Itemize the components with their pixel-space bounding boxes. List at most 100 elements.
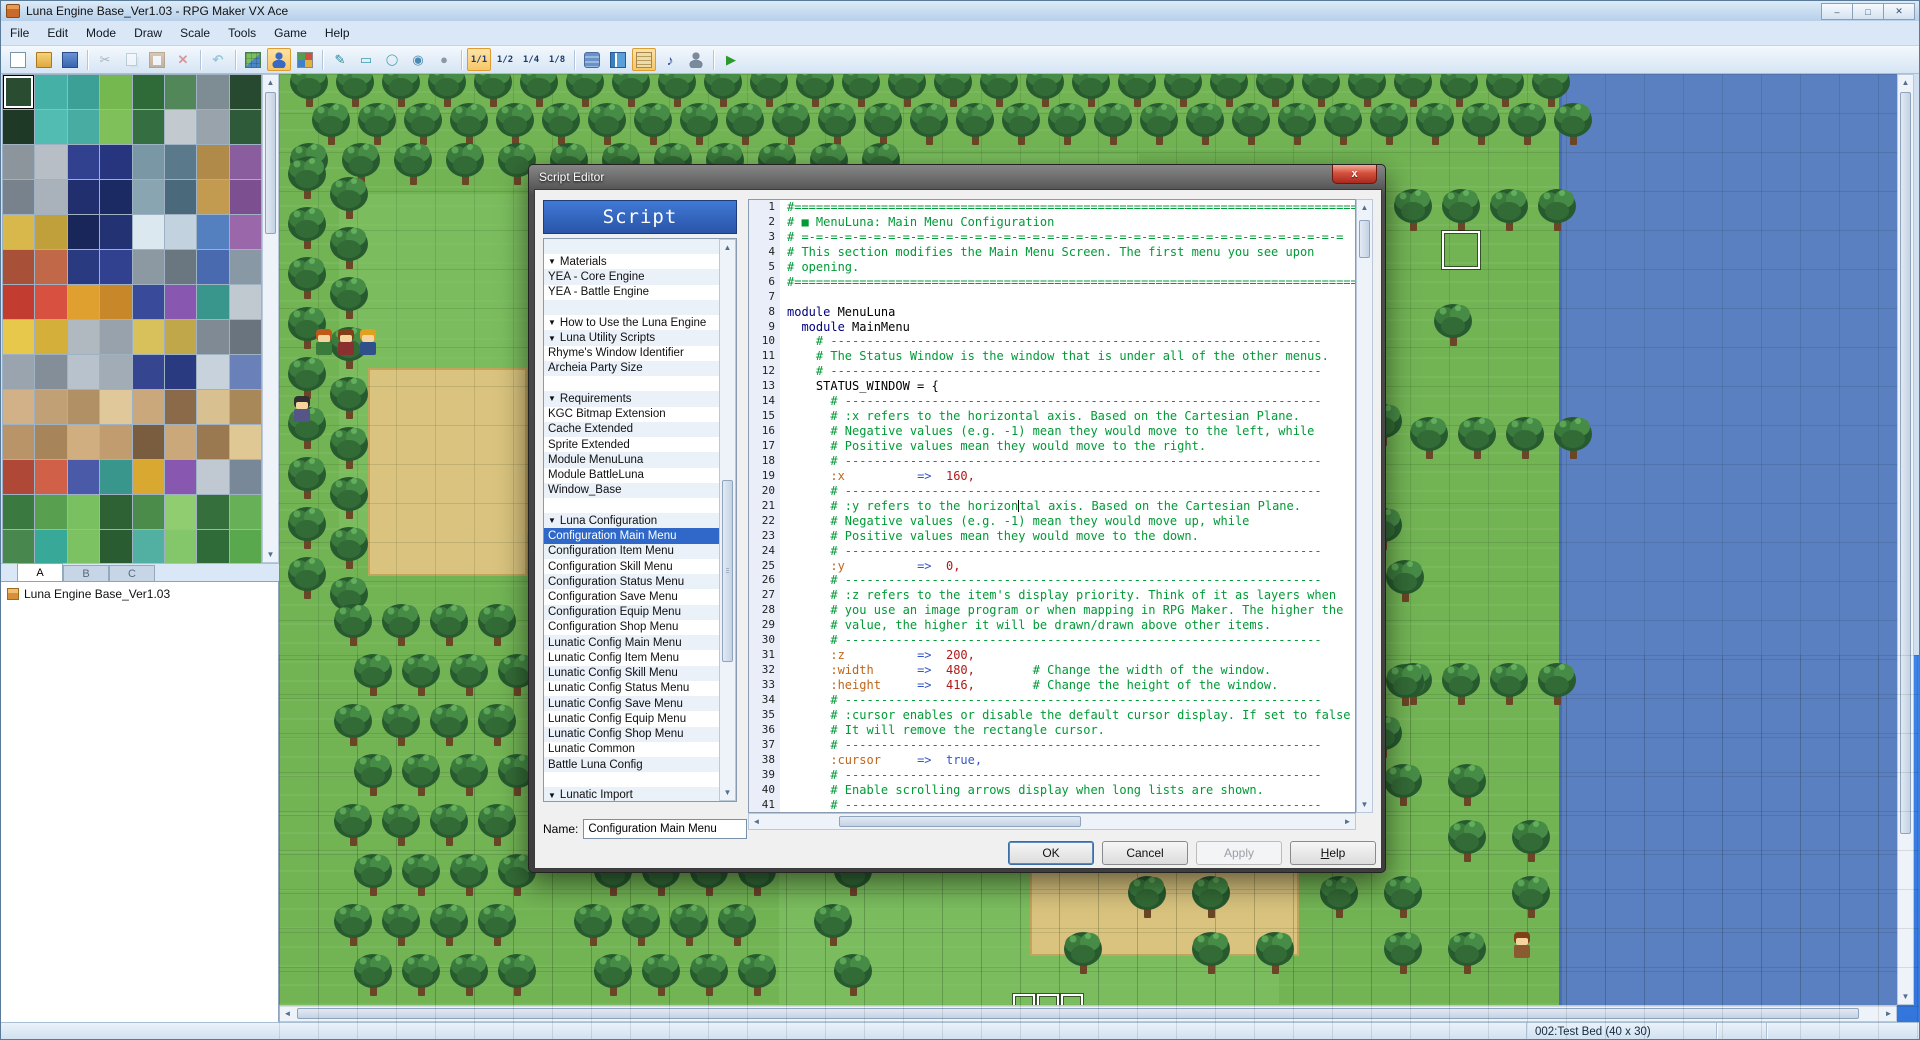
palette-tile[interactable] bbox=[230, 110, 261, 144]
paste-icon[interactable] bbox=[145, 48, 169, 71]
menu-tools[interactable]: Tools bbox=[219, 22, 265, 44]
palette-tile[interactable] bbox=[3, 215, 34, 249]
cut-icon[interactable]: ✂ bbox=[93, 48, 117, 71]
palette-scrollbar[interactable]: ▲ ▼ bbox=[262, 74, 279, 563]
palette-tile[interactable] bbox=[133, 285, 164, 319]
scroll-up-icon[interactable]: ▲ bbox=[263, 75, 278, 90]
ellipse-tool-icon[interactable]: ◯ bbox=[380, 48, 404, 71]
palette-tile[interactable] bbox=[68, 180, 99, 214]
code-horizontal-scrollbar[interactable]: ◄ ► bbox=[748, 813, 1356, 830]
palette-tile[interactable] bbox=[35, 495, 66, 529]
script-list-item[interactable]: Lunatic Config Shop Menu bbox=[544, 727, 723, 742]
palette-tile[interactable] bbox=[68, 390, 99, 424]
palette-tile[interactable] bbox=[3, 145, 34, 179]
palette-tile[interactable] bbox=[165, 285, 196, 319]
palette-tile[interactable] bbox=[100, 320, 131, 354]
script-list-item[interactable]: Lunatic Config Main Menu bbox=[544, 635, 723, 650]
palette-tile[interactable] bbox=[35, 75, 66, 109]
palette-tile[interactable] bbox=[68, 215, 99, 249]
scroll-thumb[interactable] bbox=[722, 480, 733, 662]
palette-tile[interactable] bbox=[68, 110, 99, 144]
palette-tile[interactable] bbox=[133, 460, 164, 494]
scroll-up-icon[interactable]: ▲ bbox=[1898, 75, 1913, 90]
palette-tile[interactable] bbox=[230, 145, 261, 179]
palette-tile[interactable] bbox=[68, 250, 99, 284]
palette-tile[interactable] bbox=[197, 460, 228, 494]
palette-tile[interactable] bbox=[35, 285, 66, 319]
palette-tile[interactable] bbox=[165, 425, 196, 459]
palette-tile[interactable] bbox=[197, 145, 228, 179]
scroll-up-icon[interactable]: ▲ bbox=[720, 240, 735, 255]
palette-tile[interactable] bbox=[68, 285, 99, 319]
scroll-down-icon[interactable]: ▼ bbox=[720, 785, 735, 800]
event-mode-icon[interactable] bbox=[267, 48, 291, 71]
palette-tile[interactable] bbox=[3, 320, 34, 354]
zoom-1-1-icon[interactable]: 1/1 bbox=[467, 48, 491, 71]
script-list-item[interactable]: ▼Materials bbox=[544, 254, 723, 269]
copy-icon[interactable] bbox=[119, 48, 143, 71]
palette-tile[interactable] bbox=[35, 180, 66, 214]
scroll-down-icon[interactable]: ▼ bbox=[263, 547, 278, 562]
script-list-item[interactable]: ▼Luna Utility Scripts bbox=[544, 330, 723, 345]
palette-tile[interactable] bbox=[165, 250, 196, 284]
zoom-1-2-icon[interactable]: 1/2 bbox=[493, 48, 517, 71]
palette-tile[interactable] bbox=[230, 390, 261, 424]
script-list-item[interactable]: ▼Luna Configuration bbox=[544, 513, 723, 528]
palette-tile[interactable] bbox=[68, 75, 99, 109]
palette-tile[interactable] bbox=[165, 460, 196, 494]
script-list-item[interactable]: Configuration Equip Menu bbox=[544, 605, 723, 620]
script-list-item[interactable]: Lunatic Config Save Menu bbox=[544, 696, 723, 711]
palette-tile[interactable] bbox=[165, 145, 196, 179]
code-editor[interactable]: 1#======================================… bbox=[748, 199, 1356, 813]
palette-tile[interactable] bbox=[230, 530, 261, 564]
palette-tile[interactable] bbox=[3, 495, 34, 529]
palette-tile[interactable] bbox=[100, 495, 131, 529]
palette-tile[interactable] bbox=[230, 460, 261, 494]
palette-tile[interactable] bbox=[35, 355, 66, 389]
palette-tile[interactable] bbox=[68, 425, 99, 459]
character-sprite[interactable] bbox=[1511, 932, 1533, 960]
palette-tile[interactable] bbox=[100, 180, 131, 214]
script-list-item[interactable] bbox=[544, 498, 723, 513]
help-button[interactable]: Help bbox=[1290, 841, 1376, 865]
ok-button[interactable]: OK bbox=[1008, 841, 1094, 865]
sound-test-icon[interactable]: ♪ bbox=[658, 48, 682, 71]
menu-mode[interactable]: Mode bbox=[77, 22, 125, 44]
map-horizontal-scrollbar[interactable]: ◄ ► bbox=[279, 1005, 1897, 1022]
palette-tile[interactable] bbox=[165, 355, 196, 389]
palette-tile[interactable] bbox=[230, 355, 261, 389]
palette-tile[interactable] bbox=[197, 425, 228, 459]
palette-tile[interactable] bbox=[230, 180, 261, 214]
script-list-item[interactable]: Module MenuLuna bbox=[544, 452, 723, 467]
palette-tile[interactable] bbox=[100, 145, 131, 179]
palette-tile[interactable] bbox=[197, 250, 228, 284]
palette-tile[interactable] bbox=[100, 250, 131, 284]
palette-tile[interactable] bbox=[35, 320, 66, 354]
palette-tile[interactable] bbox=[230, 75, 261, 109]
minimize-button[interactable]: – bbox=[1821, 3, 1853, 20]
palette-tile[interactable] bbox=[197, 285, 228, 319]
palette-tile[interactable] bbox=[35, 530, 66, 564]
script-list-item[interactable]: Configuration Shop Menu bbox=[544, 620, 723, 635]
shadow-pen-icon[interactable]: ● bbox=[432, 48, 456, 71]
save-project-icon[interactable] bbox=[58, 48, 82, 71]
palette-tile[interactable] bbox=[165, 110, 196, 144]
script-list-item[interactable] bbox=[544, 772, 723, 787]
palette-tile[interactable] bbox=[230, 250, 261, 284]
palette-tile[interactable] bbox=[197, 180, 228, 214]
script-list-item[interactable]: Configuration Main Menu bbox=[544, 528, 723, 543]
palette-tile[interactable] bbox=[3, 75, 34, 109]
palette-tile[interactable] bbox=[68, 495, 99, 529]
tileset-palette[interactable] bbox=[2, 74, 262, 563]
scroll-right-icon[interactable]: ► bbox=[1881, 1006, 1896, 1021]
script-list-item[interactable]: Battle Luna Config bbox=[544, 757, 723, 772]
scroll-left-icon[interactable]: ◄ bbox=[280, 1006, 295, 1021]
palette-tile[interactable] bbox=[35, 250, 66, 284]
palette-tile[interactable] bbox=[197, 110, 228, 144]
palette-tile[interactable] bbox=[35, 460, 66, 494]
palette-tile[interactable] bbox=[3, 390, 34, 424]
script-list-item[interactable]: ▼Requirements bbox=[544, 391, 723, 406]
menu-draw[interactable]: Draw bbox=[125, 22, 171, 44]
script-list-item[interactable]: YEA - Battle Engine bbox=[544, 285, 723, 300]
script-list-item[interactable]: Archeia Party Size bbox=[544, 361, 723, 376]
